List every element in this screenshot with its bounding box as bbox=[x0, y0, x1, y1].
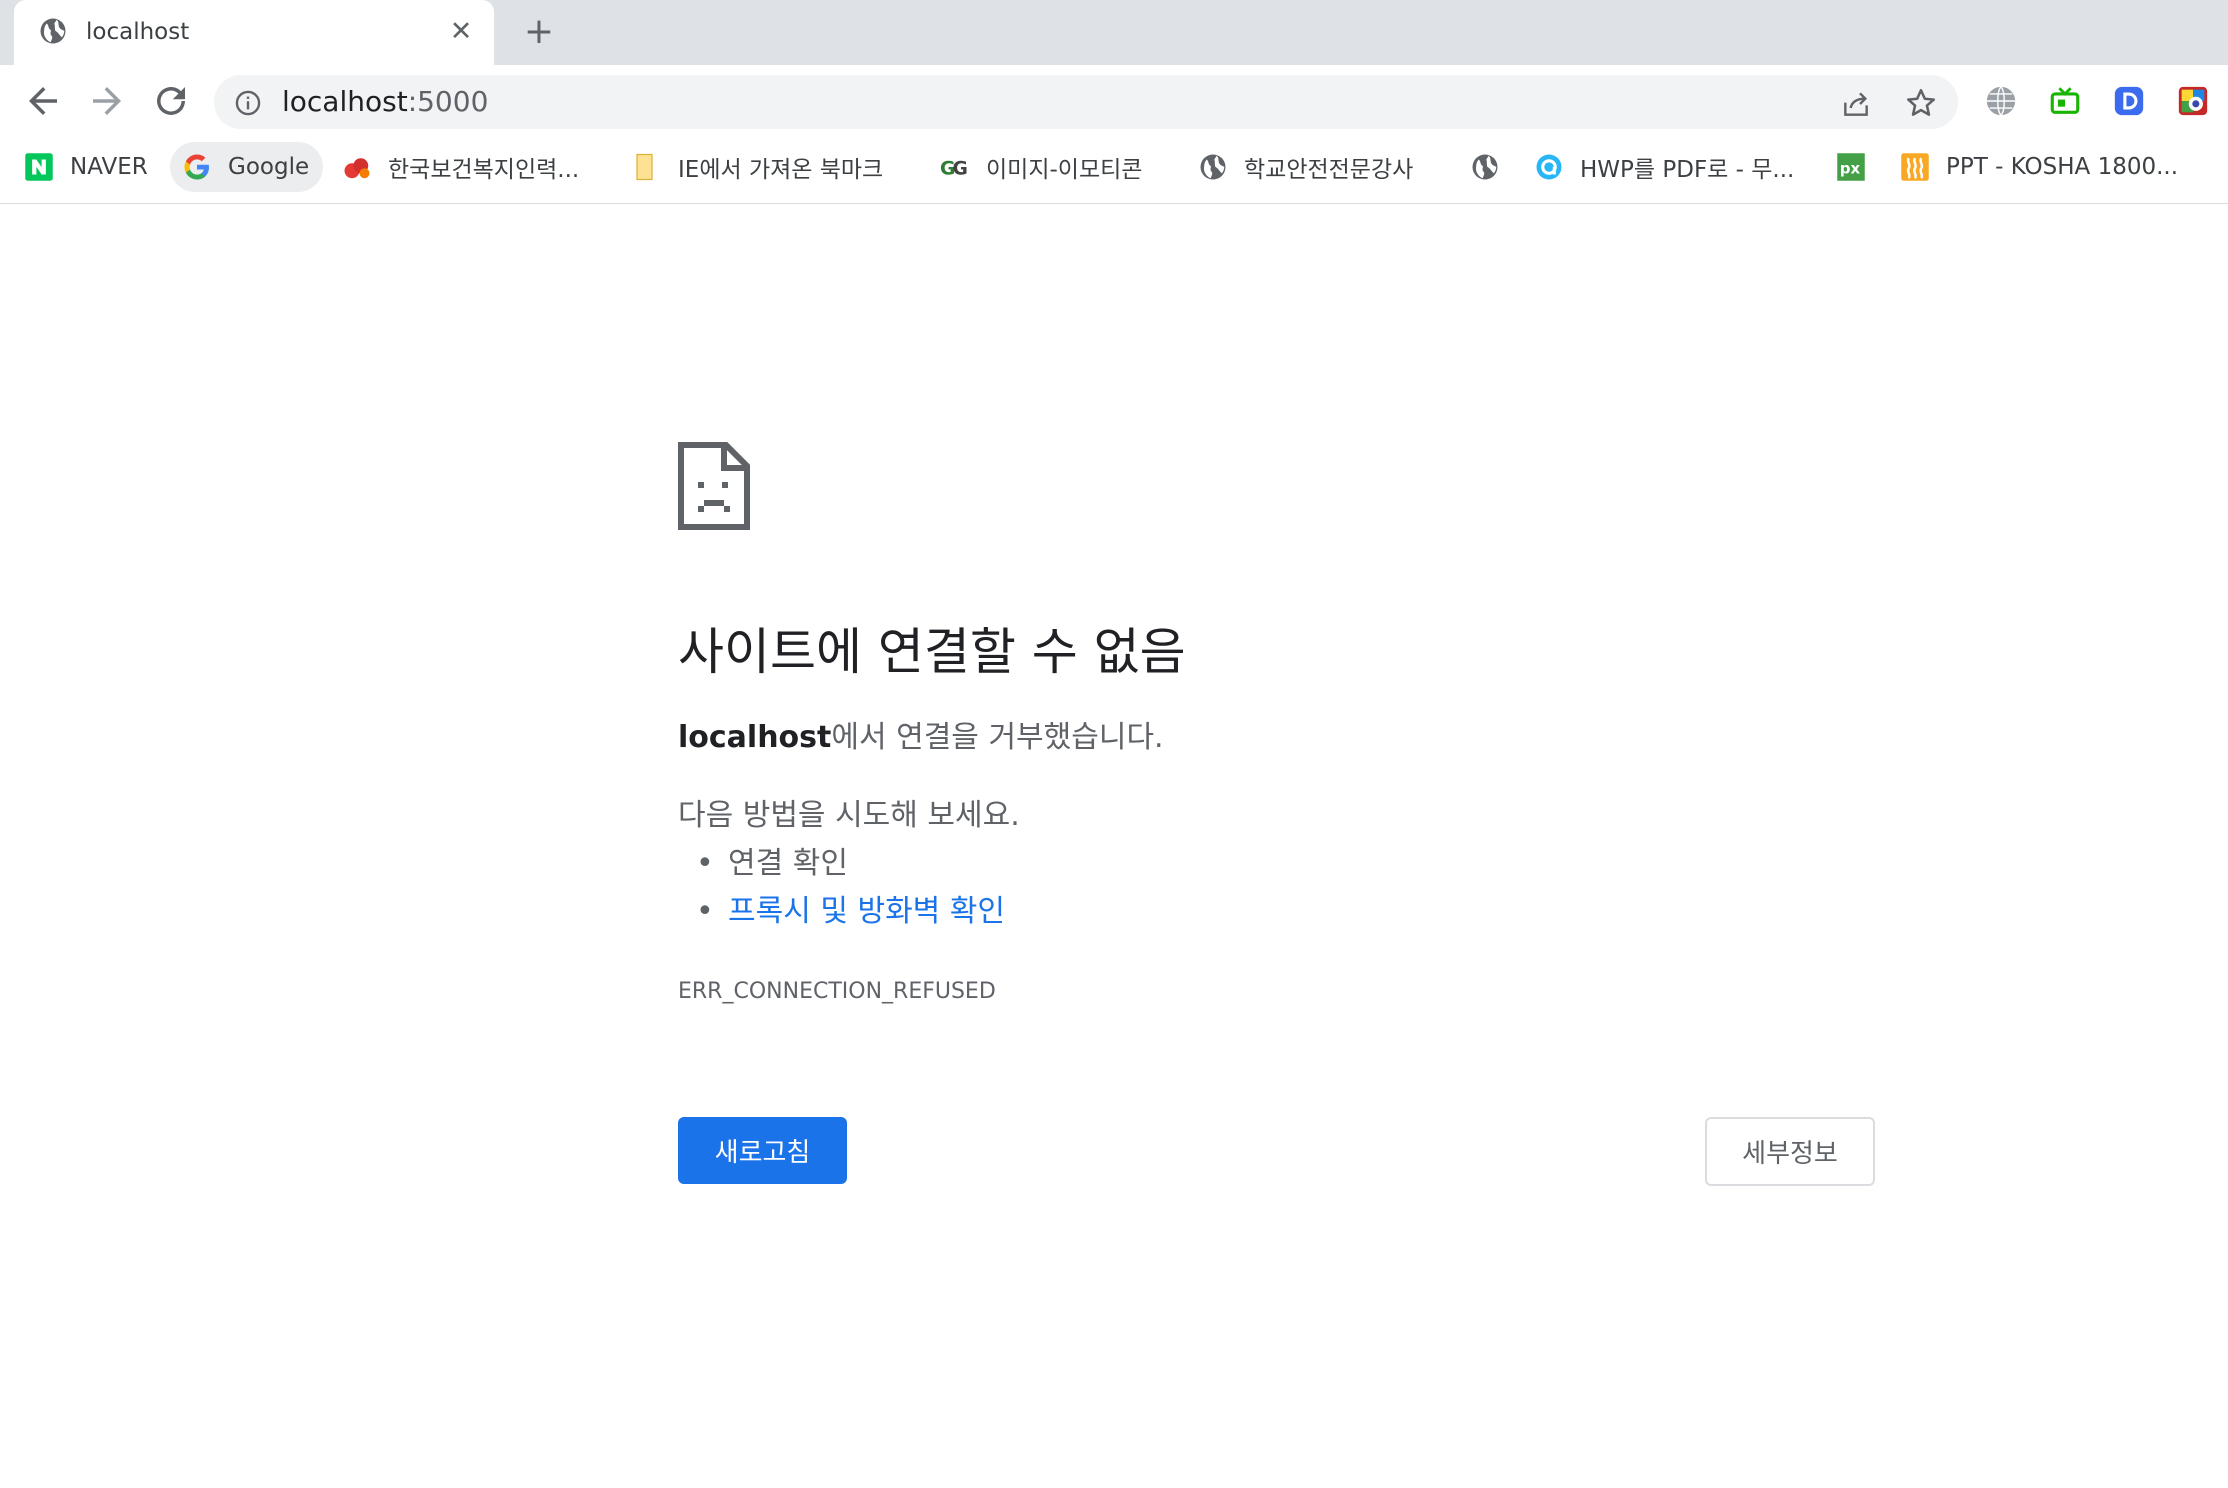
details-button[interactable]: 세부정보 bbox=[1705, 1117, 1875, 1186]
error-description-text: 에서 연결을 거부했습니다. bbox=[831, 720, 1164, 755]
suggestion-check-connection: 연결 확인 bbox=[696, 842, 848, 886]
hwp-icon bbox=[1536, 154, 1562, 180]
reload-button[interactable]: 새로고침 bbox=[678, 1117, 847, 1184]
suggestion-check-proxy-firewall-link[interactable]: 프록시 및 방화벽 확인 bbox=[696, 890, 1005, 934]
info-icon[interactable] bbox=[234, 89, 262, 117]
tab-title: localhost bbox=[86, 19, 190, 45]
bookmark-label: PPT - KOSHA 1800... bbox=[1946, 154, 2179, 180]
bookmark-naver[interactable]: NAVER bbox=[24, 142, 148, 192]
url-port: :5000 bbox=[407, 85, 489, 118]
google-icon bbox=[184, 154, 209, 180]
svg-text:px: px bbox=[1840, 159, 1861, 177]
globe-extension-icon[interactable] bbox=[1984, 84, 2018, 118]
bookmark-google[interactable]: Google bbox=[170, 142, 324, 192]
error-title: 사이트에 연결할 수 없음 bbox=[678, 623, 1186, 681]
url-host: localhost bbox=[282, 85, 408, 118]
bookmark-label: Google bbox=[228, 154, 310, 180]
bookmark-hwp-to-pdf[interactable]: HWP를 PDF로 - 무... bbox=[1534, 142, 1794, 192]
share-icon[interactable] bbox=[1840, 88, 1872, 120]
bookmark-label: NAVER bbox=[70, 154, 148, 180]
reload-icon[interactable] bbox=[150, 80, 192, 122]
bookmark-label: IE에서 가져온 북마크 bbox=[678, 157, 884, 183]
error-host: localhost bbox=[678, 720, 832, 755]
colorful-extension-icon[interactable] bbox=[2176, 84, 2210, 118]
url-text[interactable]: localhost:5000 bbox=[282, 82, 488, 122]
back-arrow-icon[interactable] bbox=[22, 80, 64, 122]
bookmark-globe[interactable] bbox=[1470, 142, 1500, 192]
gg-icon: G G bbox=[940, 159, 968, 180]
folder-icon bbox=[636, 153, 653, 181]
bookmark-health-welfare[interactable]: 한국보건복지인력... bbox=[342, 142, 579, 192]
d-extension-icon[interactable] bbox=[2112, 84, 2146, 118]
globe-icon bbox=[1200, 154, 1226, 180]
px-icon: px bbox=[1837, 153, 1865, 181]
bookmark-label: HWP를 PDF로 - 무... bbox=[1580, 157, 1795, 183]
tab-close-icon[interactable]: ✕ bbox=[446, 14, 476, 50]
ppt-icon bbox=[1901, 153, 1929, 181]
forward-arrow-icon[interactable] bbox=[86, 80, 128, 122]
naver-icon bbox=[25, 153, 53, 181]
bookmark-ppt-kosha[interactable]: PPT - KOSHA 1800... bbox=[1900, 142, 2178, 192]
suggestions-heading: 다음 방법을 시도해 보세요. bbox=[678, 798, 1020, 833]
red-fruit-icon bbox=[344, 158, 370, 179]
error-code: ERR_CONNECTION_REFUSED bbox=[678, 979, 996, 1004]
svg-text:G: G bbox=[953, 159, 968, 180]
tv-extension-icon[interactable] bbox=[2048, 84, 2082, 118]
bookmark-px[interactable]: px bbox=[1836, 142, 1866, 192]
bookmark-image-emoticon[interactable]: G G 이미지-이모티콘 bbox=[940, 142, 1142, 192]
bookmark-label: 학교안전전문강사 bbox=[1244, 157, 1414, 183]
bookmark-label: 한국보건복지인력... bbox=[388, 157, 580, 183]
globe-icon bbox=[40, 18, 66, 44]
bookmark-school-safety[interactable]: 학교안전전문강사 bbox=[1198, 142, 1413, 192]
bookmark-label: 이미지-이모티콘 bbox=[986, 157, 1143, 183]
bookmark-folder-ie[interactable]: IE에서 가져온 북마크 bbox=[632, 142, 883, 192]
globe-icon bbox=[1472, 154, 1498, 180]
sad-page-icon bbox=[678, 442, 750, 530]
error-description: localhost에서 연결을 거부했습니다. bbox=[678, 716, 1164, 760]
bookmark-star-icon[interactable] bbox=[1904, 86, 1938, 120]
new-tab-button[interactable]: + bbox=[520, 12, 558, 52]
